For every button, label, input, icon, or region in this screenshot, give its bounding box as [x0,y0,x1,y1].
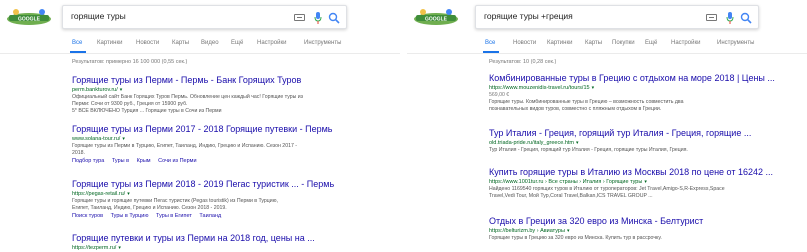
tab-images[interactable]: Картинки [547,40,572,46]
tab-news[interactable]: Новости [136,40,159,46]
svg-text:GOOGLE: GOOGLE [18,17,41,23]
tab-more[interactable]: Ещё [645,40,657,46]
search-input[interactable]: горящие туры +греция [484,11,573,21]
search-result: Горящие туры из Перми 2017 - 2018 Горящи… [72,124,392,165]
result-url: https://belturizm.by › Авиатуры ▾ [489,228,570,234]
result-url: https://tezperm.ru/▾ [72,245,121,251]
result-snippet: Горящие туры. Комбинированные туры в Гре… [489,99,684,105]
result-title[interactable]: Отдых в Греции за 320 евро из Минска - Б… [489,216,807,227]
result-price: 569,00 € [489,92,510,98]
result-snippet: Египет, Таиланд, Индию, Грецию и Испанию… [72,205,227,211]
result-snippet: Тур Италия - Греция, горящий тур Италия … [489,147,688,153]
keyboard-icon[interactable] [706,14,717,21]
tab-all[interactable]: Все [72,40,82,46]
tab-news[interactable]: Новости [513,40,536,46]
right-search-window: GOOGLE горящие туры +греция Все Новости … [407,0,807,252]
google-doodle-logo[interactable]: GOOGLE [413,8,459,26]
search-result: Купить горящие туры в Италию из Москвы 2… [489,167,807,200]
result-url: www.solana-tour.ru/▾ [72,136,125,142]
result-snippet: Перми: Сочи от 9300 руб., Греция от 1590… [72,101,188,107]
search-result: Отдых в Греции за 320 евро из Минска - Б… [489,216,807,242]
result-snippet: Горящие туры из Перми в Турцию, Египет, … [72,143,298,149]
search-box[interactable]: горящие туры [62,5,347,29]
tab-video[interactable]: Видео [201,40,219,46]
mic-icon[interactable] [314,12,322,24]
search-box[interactable]: горящие туры +греция [475,5,759,29]
sitelink[interactable]: Поиск туров [72,213,103,219]
search-icon[interactable] [740,12,752,24]
result-snippet: 5* ВСЕ ВКЛЮЧЕНО Турция ... Горящие туры … [72,108,222,114]
tab-tools[interactable]: Инструменты [717,40,754,46]
sitelink[interactable]: Туры в [112,158,129,164]
keyboard-icon[interactable] [294,14,305,21]
sitelinks: Поиск туров Туры в Турцию Туры в Египет … [72,212,392,220]
tab-settings[interactable]: Настройки [257,40,286,46]
sitelinks: Подбор тура Туры в Крым Сочи из Перми [72,157,392,165]
result-url: https://www.mouzenidis-travel.ru/tours/1… [489,85,595,91]
search-result: Горящие путевки и туры из Перми на 2018 … [72,233,392,252]
result-url: https://pegas-retail.ru/▾ [72,191,130,197]
sitelink[interactable]: Крым [137,158,151,164]
result-snippet: Travel,Vedi Tour, Мой Тур,Coral Travel,B… [489,193,653,199]
google-doodle-logo[interactable]: GOOGLE [6,8,52,26]
result-title[interactable]: Горящие туры из Перми - Пермь - Банк Гор… [72,75,392,86]
tab-maps[interactable]: Карты [585,40,602,46]
tab-images[interactable]: Картинки [97,40,122,46]
divider [400,0,407,252]
tab-all[interactable]: Все [485,40,495,46]
result-url: https://www.1001tur.ru › Все страны › Ит… [489,179,647,185]
tab-settings[interactable]: Настройки [671,40,700,46]
sitelink[interactable]: Таиланд [199,213,221,219]
search-result: Тур Италия - Греция, горящий тур Италия … [489,128,807,154]
tab-shopping[interactable]: Покупки [612,40,635,46]
result-snippet: Горящие туры в Грецию за 320 евро из Мин… [489,235,662,241]
sitelink[interactable]: Туры в Египет [156,213,192,219]
result-snippet: познавательных видов туров, совместно с … [489,106,662,112]
sitelink[interactable]: Сочи из Перми [158,158,196,164]
tab-more[interactable]: Ещё [231,40,243,46]
result-snippet: Официальный сайт Банк Горящих Туров Перм… [72,94,304,100]
active-tab-indicator [483,51,499,53]
search-result: Горящие туры из Перми 2018 - 2019 Пегас … [72,179,392,220]
result-url: old.triada-pride.ru/italy_greece.htm ▾ [489,140,579,146]
result-url: perm.bankturov.ru/▾ [72,87,123,93]
result-title[interactable]: Горящие туры из Перми 2017 - 2018 Горящи… [72,124,392,135]
result-title[interactable]: Купить горящие туры в Италию из Москвы 2… [489,167,807,178]
result-snippet: Найдено 1169540 горящих туров в Италию о… [489,186,725,192]
search-icon[interactable] [328,12,340,24]
result-title[interactable]: Горящие туры из Перми 2018 - 2019 Пегас … [72,179,392,190]
search-tabs: Все Картинки Новости Карты Видео Ещё Нас… [0,38,400,54]
search-input[interactable]: горящие туры [71,11,126,21]
result-title[interactable]: Комбинированные туры в Грецию с отдыхом … [489,73,807,84]
tab-maps[interactable]: Карты [172,40,189,46]
left-search-window: GOOGLE горящие туры Все Картинки Новости… [0,0,400,252]
result-stats: Результатов: 10 (0,28 сек.) [489,59,557,65]
search-result: Горящие туры из Перми - Пермь - Банк Гор… [72,75,392,115]
mic-icon[interactable] [726,12,734,24]
sitelink[interactable]: Подбор тура [72,158,104,164]
result-snippet: 2018. [72,150,85,156]
result-title[interactable]: Тур Италия - Греция, горящий тур Италия … [489,128,807,139]
tab-tools[interactable]: Инструменты [304,40,341,46]
active-tab-indicator [70,51,86,53]
sitelink[interactable]: Туры в Турцию [111,213,149,219]
search-tabs: Все Новости Картинки Карты Покупки Ещё Н… [407,38,807,54]
result-stats: Результатов: примерно 16 100 000 (0,55 с… [72,59,188,65]
svg-text:GOOGLE: GOOGLE [425,17,448,23]
search-result: Комбинированные туры в Грецию с отдыхом … [489,73,807,113]
result-snippet: Горящие туры и горящие путевки Пегас тур… [72,198,278,204]
result-title[interactable]: Горящие путевки и туры из Перми на 2018 … [72,233,392,244]
